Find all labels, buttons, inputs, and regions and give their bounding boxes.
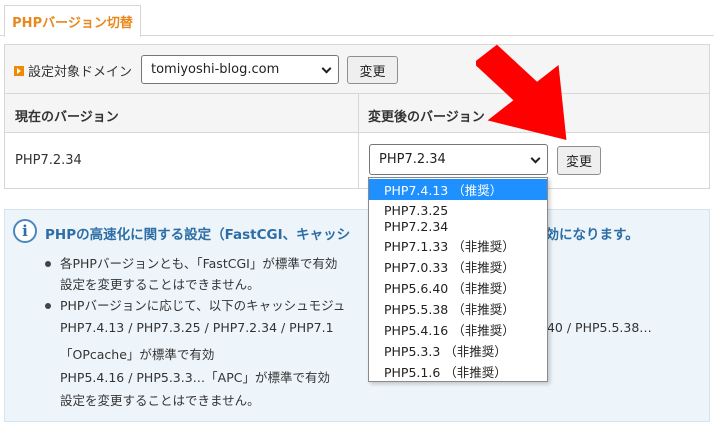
- bullet-dot: [45, 261, 51, 267]
- version-option[interactable]: PHP5.6.40 （非推奨）: [369, 277, 547, 298]
- info-b2-line3: 「OPcache」が標準で有効: [60, 347, 215, 362]
- domain-label: 設定対象ドメイン: [14, 61, 132, 80]
- info-icon: i: [13, 219, 37, 243]
- info-b2-line2-right: .40 / PHP5.5.38…: [543, 320, 652, 335]
- domain-label-text: 設定対象ドメイン: [28, 65, 133, 80]
- info-title: PHPの高速化に関する設定（FastCGI、キャッシ 効になります。: [45, 223, 639, 243]
- header-current-version: 現在のバージョン: [15, 110, 119, 125]
- chevron-down-icon: [321, 63, 332, 74]
- new-version-select-value: PHP7.2.34: [379, 152, 446, 167]
- version-option[interactable]: PHP5.4.16 （非推奨）: [369, 319, 547, 340]
- info-title-left: PHPの高速化に関する設定（FastCGI、キャッシ: [45, 227, 351, 243]
- domain-select-value: tomiyoshi-blog.com: [151, 62, 280, 77]
- domain-change-button[interactable]: 変更: [347, 56, 398, 84]
- info-b2-line1: PHPバージョンに応じて、以下のキャッシュモジュ: [60, 298, 346, 313]
- version-option[interactable]: PHP5.1.6 （非推奨）: [369, 361, 547, 382]
- version-option[interactable]: PHP5.3.3 （非推奨）: [369, 340, 547, 361]
- info-box: i PHPの高速化に関する設定（FastCGI、キャッシ 効になります。 各PH…: [4, 209, 710, 422]
- version-option[interactable]: PHP7.0.33 （非推奨）: [369, 256, 547, 277]
- red-arrow-annotation: [476, 44, 567, 141]
- version-option[interactable]: PHP7.2.34: [369, 216, 547, 237]
- column-divider: [358, 94, 359, 188]
- version-option[interactable]: PHP7.4.13 （推奨）: [369, 179, 547, 200]
- info-title-right: 効になります。: [545, 227, 639, 243]
- header-new-version: 変更後のバージョン: [368, 110, 485, 125]
- info-b1-line1: 各PHPバージョンとも、「FastCGI」が標準で有効: [60, 256, 338, 271]
- version-table: 設定対象ドメイン tomiyoshi-blog.com 変更 現在のバージョン …: [4, 44, 710, 189]
- version-option[interactable]: PHP7.1.33 （非推奨）: [369, 235, 547, 256]
- version-option[interactable]: PHP5.5.38 （非推奨）: [369, 298, 547, 319]
- info-b1-line2: 設定を変更することはできません。: [60, 277, 260, 292]
- tab-bar: PHPバージョン切替: [0, 0, 714, 37]
- domain-select[interactable]: tomiyoshi-blog.com: [141, 55, 339, 84]
- version-dropdown-list: PHP7.4.13 （推奨） PHP7.3.25 PHP7.2.34 PHP7.…: [368, 177, 548, 382]
- orange-square-icon: [14, 65, 24, 76]
- domain-row: 設定対象ドメイン tomiyoshi-blog.com 変更: [5, 45, 709, 94]
- info-b2-line2-left: PHP7.4.13 / PHP7.3.25 / PHP7.2.34 / PHP7…: [60, 320, 334, 335]
- tab-php-version-switch[interactable]: PHPバージョン切替: [4, 5, 141, 37]
- bullet-dot: [45, 303, 51, 309]
- info-b2-line4: PHP5.4.16 / PHP5.3.3…「APC」が標準で有効: [60, 370, 330, 385]
- info-b2-line5: 設定を変更することはできません。: [60, 393, 260, 408]
- current-version-value: PHP7.2.34: [15, 153, 82, 168]
